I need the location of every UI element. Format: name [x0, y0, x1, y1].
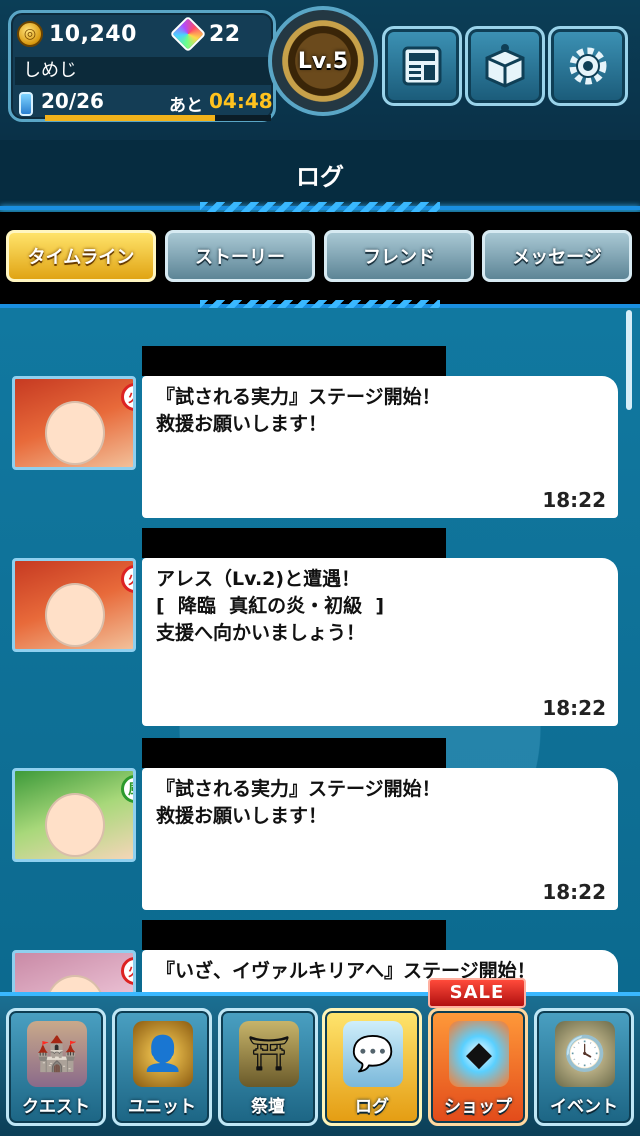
log-card[interactable]: 『試される実力』ステージ開始！ 救援お願いします！ 18:22 [142, 376, 618, 518]
log-time: 18:22 [542, 696, 606, 720]
coin-icon: ◎ [17, 21, 43, 47]
gear-icon [569, 47, 607, 85]
tab-friend[interactable]: フレンド [324, 230, 474, 282]
log-message: 『試される実力』ステージ開始！ 救援お願いします！ [156, 386, 441, 435]
stamina-timer: 04:48 [209, 89, 273, 113]
nav-label: 祭壇 [251, 1097, 285, 1117]
fire-element-icon: 火 [121, 957, 133, 985]
bottom-nav: 🏰 クエスト 👤 ユニット ⛩ 祭壇 💬 ログ ◆ ショップ 🕓 イベント [0, 992, 640, 1136]
log-card[interactable]: 『試される実力』ステージ開始！ 救援お願いします！ 18:22 [142, 768, 618, 910]
nav-shop[interactable]: ◆ ショップ [428, 1008, 528, 1126]
log-entry[interactable]: 火 『試される実力』ステージ開始！ 救援お願いします！ 18:22 [0, 346, 640, 526]
avatar[interactable]: 火 [12, 558, 136, 652]
log-time: 18:22 [542, 488, 606, 512]
divider-ornament [200, 202, 440, 212]
stamina-icon [19, 92, 33, 116]
settings-button[interactable] [548, 26, 628, 106]
log-entry-header [142, 738, 446, 768]
gem-counter: 22 [169, 15, 241, 53]
news-icon [402, 46, 442, 86]
gift-box-icon [485, 44, 525, 88]
player-name: しめじ [15, 57, 271, 85]
nav-label: ログ [355, 1097, 389, 1117]
tab-story[interactable]: ストーリー [165, 230, 315, 282]
gem-icon [169, 15, 207, 53]
character-face [45, 583, 105, 647]
news-button[interactable] [382, 26, 462, 106]
nav-label: ショップ [444, 1097, 512, 1117]
log-message: 『いざ、イヴァルキリアへ』ステージ開始！ [156, 960, 536, 982]
stamina-bar [45, 115, 271, 121]
tab-label: タイムライン [27, 247, 135, 268]
nav-label: イベント [550, 1097, 618, 1117]
character-face [45, 793, 105, 857]
tab-strip: タイムライン ストーリー フレンド メッセージ [0, 212, 640, 304]
chat-log-icon: 💬 [343, 1021, 403, 1087]
avatar[interactable]: 火 [12, 950, 136, 992]
altar-icon: ⛩ [239, 1021, 299, 1087]
stamina-bar-fill [45, 115, 215, 121]
unit-silhouette-icon: 👤 [133, 1021, 193, 1087]
page-title: ログ [296, 162, 344, 191]
nav-altar[interactable]: ⛩ 祭壇 [218, 1008, 318, 1126]
nav-unit[interactable]: 👤 ユニット [112, 1008, 212, 1126]
avatar[interactable]: 火 [12, 376, 136, 470]
tab-label: フレンド [363, 247, 435, 268]
log-time: 18:22 [542, 880, 606, 904]
player-status-panel: ◎ 10,240 22 しめじ 20/26 あと 04:48 [8, 10, 276, 122]
gift-box-button[interactable] [465, 26, 545, 106]
shop-crystal-icon: ◆ [449, 1021, 509, 1087]
log-message: 『試される実力』ステージ開始！ 救援お願いします！ [156, 778, 441, 827]
log-entry-header [142, 528, 446, 558]
tab-label: メッセージ [512, 247, 602, 268]
coin-counter: ◎ 10,240 [17, 21, 137, 47]
log-card[interactable]: アレス（Lv.2)と遭遇！ [ 降臨 真紅の炎・初級 ] 支援へ向かいましょう！… [142, 558, 618, 726]
sale-badge: SALE [428, 978, 526, 1008]
fire-element-icon: 火 [121, 383, 133, 411]
log-list[interactable]: 火 『試される実力』ステージ開始！ 救援お願いします！ 18:22 火 アレス（… [0, 308, 640, 992]
top-hud: ◎ 10,240 22 しめじ 20/26 あと 04:48 Lv.5 [0, 0, 640, 140]
fire-element-icon: 火 [121, 565, 133, 593]
log-entry[interactable]: 火 アレス（Lv.2)と遭遇！ [ 降臨 真紅の炎・初級 ] 支援へ向かいましょ… [0, 528, 640, 728]
avatar[interactable]: 風 [12, 768, 136, 862]
character-face [45, 401, 105, 465]
level-text: Lv.5 [297, 48, 349, 74]
clock-event-icon: 🕓 [555, 1021, 615, 1087]
tab-message[interactable]: メッセージ [482, 230, 632, 282]
nav-label: クエスト [22, 1097, 90, 1117]
nav-quest[interactable]: 🏰 クエスト [6, 1008, 106, 1126]
gem-value: 22 [209, 21, 241, 47]
nav-event[interactable]: 🕓 イベント [534, 1008, 634, 1126]
stamina-label: あと [169, 96, 203, 116]
stamina-row: 20/26 あと 04:48 [17, 89, 273, 121]
tab-label: ストーリー [195, 247, 285, 268]
log-card[interactable]: 『いざ、イヴァルキリアへ』ステージ開始！ [142, 950, 618, 992]
log-entry[interactable]: 風 『試される実力』ステージ開始！ 救援お願いします！ 18:22 [0, 738, 640, 918]
level-medal[interactable]: Lv.5 [268, 6, 378, 116]
log-entry[interactable]: 火 『いざ、イヴァルキリアへ』ステージ開始！ [0, 920, 640, 992]
nav-label: ユニット [128, 1097, 196, 1117]
castle-icon: 🏰 [27, 1021, 87, 1087]
stamina-value: 20/26 [41, 89, 104, 113]
log-entry-header [142, 346, 446, 376]
nav-log[interactable]: 💬 ログ [322, 1008, 422, 1126]
character-face [45, 975, 105, 992]
wind-element-icon: 風 [121, 775, 133, 803]
tab-timeline[interactable]: タイムライン [6, 230, 156, 282]
page-header: ログ [0, 140, 640, 208]
log-message: アレス（Lv.2)と遭遇！ [ 降臨 真紅の炎・初級 ] 支援へ向かいましょう！ [156, 568, 385, 644]
coin-value: 10,240 [49, 21, 137, 47]
log-entry-header [142, 920, 446, 950]
